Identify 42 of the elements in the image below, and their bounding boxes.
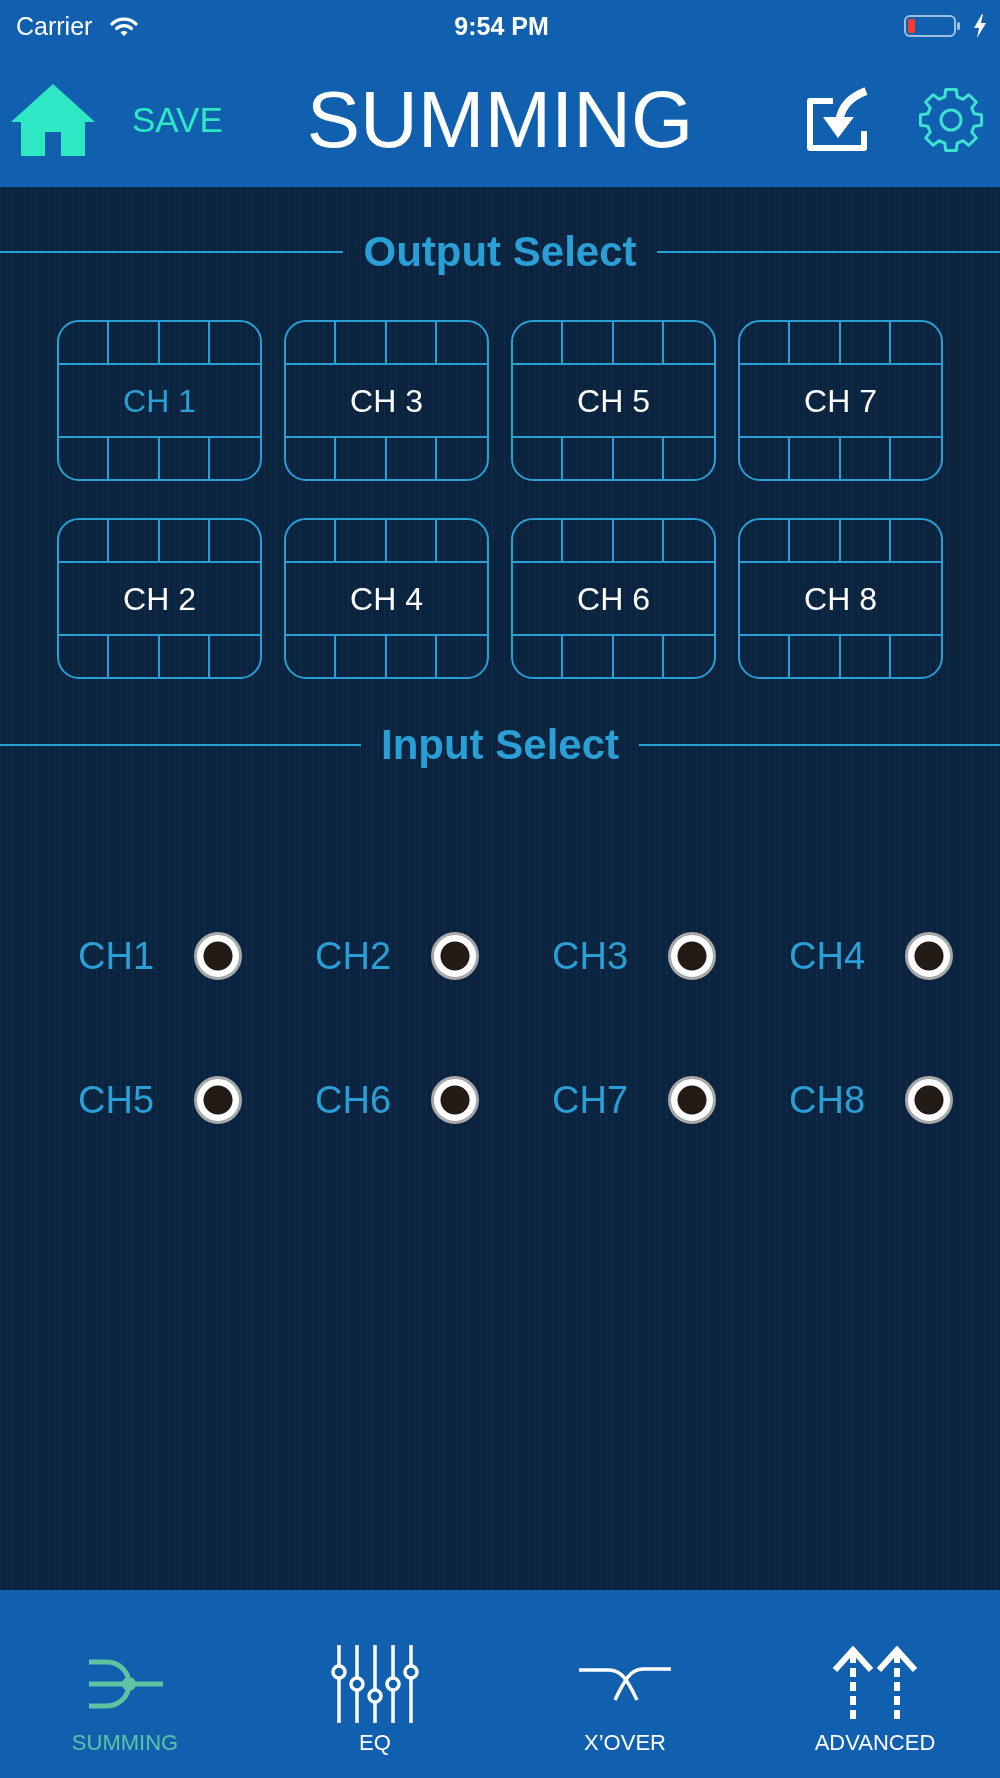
section-heading: Output Select (363, 227, 637, 277)
radio-button[interactable] (194, 932, 242, 980)
channel-label: CH7 (552, 1078, 630, 1122)
channel-label: CH2 (315, 934, 393, 978)
wifi-icon (110, 15, 139, 37)
output-channel-button[interactable]: CH 8 (738, 518, 943, 679)
tab[interactable]: ADVANCED (814, 1644, 936, 1756)
channel-label: CH3 (552, 934, 630, 978)
settings-icon[interactable] (918, 86, 984, 153)
status-time: 9:54 PM (454, 11, 549, 41)
page-title: SUMMING (306, 73, 694, 166)
channel-label: CH8 (789, 1078, 867, 1122)
output-channel-button[interactable]: CH 6 (511, 518, 716, 679)
radio-button[interactable] (668, 1076, 716, 1124)
fork-junction-icon (87, 1658, 163, 1710)
charging-bolt-icon (973, 14, 987, 38)
output-channel-button[interactable]: CH 5 (511, 320, 716, 481)
output-channel-button[interactable]: CH 3 (284, 320, 489, 481)
download-tray-icon[interactable] (805, 86, 869, 153)
radio-button[interactable] (905, 932, 953, 980)
radio-button[interactable] (668, 932, 716, 980)
channel-label: CH4 (789, 934, 867, 978)
channel-label: CH5 (78, 1078, 156, 1122)
section-heading: Input Select (381, 720, 620, 770)
home-icon[interactable] (11, 83, 95, 156)
save-button[interactable]: SAVE (132, 99, 223, 140)
output-channel-button[interactable]: CH 1 (57, 320, 262, 481)
sliders-icon (331, 1645, 419, 1723)
channel-label: CH1 (78, 934, 156, 978)
carrier-label: Carrier (16, 11, 93, 41)
radio-button[interactable] (431, 1076, 479, 1124)
crossing-curves-icon (579, 1667, 671, 1701)
radio-button[interactable] (194, 1076, 242, 1124)
output-channel-button[interactable]: CH 2 (57, 518, 262, 679)
radio-button[interactable] (905, 1076, 953, 1124)
channel-label: CH6 (315, 1078, 393, 1122)
tab[interactable]: X’OVER (579, 1644, 671, 1756)
output-channel-button[interactable]: CH 7 (738, 320, 943, 481)
tab[interactable]: EQ (331, 1644, 419, 1756)
battery-icon (904, 15, 961, 37)
radio-button[interactable] (431, 932, 479, 980)
output-channel-button[interactable]: CH 4 (284, 518, 489, 679)
